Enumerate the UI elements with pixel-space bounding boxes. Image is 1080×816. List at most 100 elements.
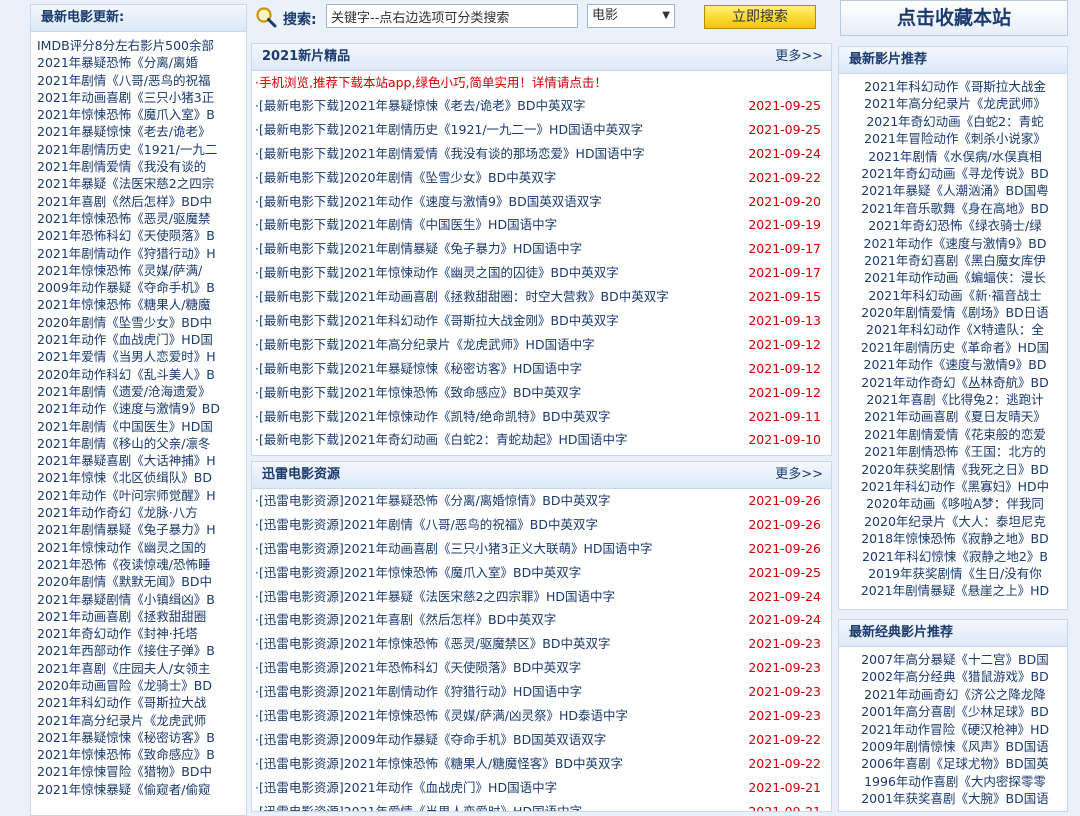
latest-update-link[interactable]: 2021年剧情《中国医生》HD国	[37, 418, 246, 435]
recommended-film-link[interactable]: 2021年奇幻动画《白蛇2：青蛇	[843, 113, 1067, 130]
latest-update-link[interactable]: 2020年剧情《坠雪少女》BD中	[37, 314, 246, 331]
latest-update-link[interactable]: 2021年动作奇幻《龙脉·八方	[37, 504, 246, 521]
film-link[interactable]: ·[迅雷电影资源]2021年暴疑《法医宋慈2之四宗罪》HD国语中字	[255, 589, 615, 604]
film-link[interactable]: ·[最新电影下载]2021年惊悚动作《幽灵之国的囚徒》BD中英双字	[255, 265, 619, 280]
latest-update-link[interactable]: 2021年暴疑恐怖《分离/离婚	[37, 54, 246, 71]
recommended-film-link[interactable]: 2021年动作奇幻《丛林奇航》BD	[843, 374, 1067, 391]
film-link[interactable]: ·[迅雷电影资源]2021年爱情《当男人恋爱时》HD国语中字	[255, 804, 582, 811]
search-category-select[interactable]: 电影 ▼	[587, 4, 675, 28]
classic-film-link[interactable]: 2007年高分暴疑《十二宫》BD国	[843, 651, 1067, 668]
film-link[interactable]: ·[迅雷电影资源]2021年动画喜剧《三只小猪3正义大联萌》HD国语中字	[255, 541, 653, 556]
latest-update-link[interactable]: 2021年惊悚恐怖《灵媒/萨满/	[37, 262, 246, 279]
film-link[interactable]: ·[迅雷电影资源]2021年惊悚恐怖《糖果人/糖魔怪客》BD中英双字	[255, 756, 623, 771]
recommended-film-link[interactable]: 2021年动作《速度与激情9》BD	[843, 235, 1067, 252]
latest-update-link[interactable]: 2021年动作《血战虎门》HD国	[37, 331, 246, 348]
film-link[interactable]: ·[最新电影下载]2021年奇幻动画《白蛇2：青蛇劫起》HD国语中字	[255, 432, 628, 447]
recommended-film-link[interactable]: 2021年奇幻恐怖《绿衣骑士/绿	[843, 217, 1067, 234]
latest-update-link[interactable]: 2021年奇幻动作《封神·托塔	[37, 625, 246, 642]
latest-update-link[interactable]: 2021年惊悚《北区侦缉队》BD	[37, 469, 246, 486]
latest-update-link[interactable]: 2021年剧情历史《1921/一九二	[37, 141, 246, 158]
latest-update-link[interactable]: 2021年剧情动作《狩猎行动》H	[37, 245, 246, 262]
bookmark-site-button[interactable]: 点击收藏本站	[840, 0, 1068, 36]
film-link[interactable]: ·[迅雷电影资源]2021年惊悚恐怖《灵媒/萨满/凶灵祭》HD泰语中字	[255, 708, 628, 723]
recommended-film-link[interactable]: 2020年纪录片《大人：泰坦尼克	[843, 513, 1067, 530]
film-link[interactable]: ·[最新电影下载]2021年惊悚动作《凯特/绝命凯特》BD中英双字	[255, 409, 610, 424]
latest-update-link[interactable]: 2021年剧情暴疑《兔子暴力》H	[37, 521, 246, 538]
recommended-film-link[interactable]: 2021年剧情爱情《花束般的恋爱	[843, 426, 1067, 443]
latest-update-link[interactable]: 2021年喜剧《然后怎样》BD中	[37, 193, 246, 210]
recommended-film-link[interactable]: 2021年冒险动作《刺杀小说家》	[843, 130, 1067, 147]
classic-film-link[interactable]: 2009年剧情惊悚《风声》BD国语	[843, 738, 1067, 755]
latest-update-link[interactable]: 2021年动画喜剧《拯救甜甜圈	[37, 608, 246, 625]
recommended-film-link[interactable]: 2020年剧情爱情《剧场》BD日语	[843, 304, 1067, 321]
film-link[interactable]: ·[最新电影下载]2020年剧情《坠雪少女》BD中英双字	[255, 170, 556, 185]
latest-update-link[interactable]: 2021年动作《叶问宗师觉醒》H	[37, 487, 246, 504]
latest-update-link[interactable]: 2021年恐怖《夜读惊魂/恐怖睡	[37, 556, 246, 573]
recommended-film-link[interactable]: 2018年惊悚恐怖《寂静之地》BD	[843, 530, 1067, 547]
film-link[interactable]: ·[最新电影下载]2021年动作《速度与激情9》BD国英双语双字	[255, 194, 602, 209]
recommended-film-link[interactable]: 2020年获奖剧情《我死之日》BD	[843, 461, 1067, 478]
recommended-film-link[interactable]: 2021年剧情历史《革命者》HD国	[843, 339, 1067, 356]
recommended-film-link[interactable]: 2021年剧情恐怖《王国：北方的	[843, 443, 1067, 460]
film-link[interactable]: ·[迅雷电影资源]2021年喜剧《然后怎样》BD中英双字	[255, 612, 556, 627]
classic-film-link[interactable]: 2002年高分经典《猎鼠游戏》BD	[843, 668, 1067, 685]
latest-update-link[interactable]: 2021年惊悚暴疑《偷窥者/偷窥	[37, 781, 246, 798]
latest-update-link[interactable]: 2021年爱情《当男人恋爱时》H	[37, 348, 246, 365]
latest-update-link[interactable]: 2021年惊悚冒险《猎物》BD中	[37, 763, 246, 780]
recommended-film-link[interactable]: 2021年剧情《水俣病/水俣真相	[843, 148, 1067, 165]
film-link[interactable]: ·[迅雷电影资源]2021年剧情《八哥/恶鸟的祝福》BD中英双字	[255, 517, 598, 532]
recommended-film-link[interactable]: 2021年科幻动作《哥斯拉大战金	[843, 78, 1067, 95]
film-link[interactable]: ·[迅雷电影资源]2021年剧情动作《狩猎行动》HD国语中字	[255, 684, 582, 699]
latest-update-link[interactable]: 2021年恐怖科幻《天使陨落》B	[37, 227, 246, 244]
film-link[interactable]: ·[最新电影下载]2021年惊悚恐怖《致命感应》BD中英双字	[255, 385, 581, 400]
latest-update-link[interactable]: 2021年高分纪录片《龙虎武师	[37, 712, 246, 729]
classic-film-link[interactable]: 2001年高分喜剧《少林足球》BD	[843, 703, 1067, 720]
latest-update-link[interactable]: 2021年科幻动作《哥斯拉大战	[37, 694, 246, 711]
search-button[interactable]: 立即搜索	[704, 5, 816, 29]
film-link[interactable]: ·[最新电影下载]2021年剧情《中国医生》HD国语中字	[255, 217, 557, 232]
latest-update-link[interactable]: 2021年暴疑惊悚《老去/诡老》	[37, 123, 246, 140]
search-input[interactable]	[326, 4, 578, 28]
film-link[interactable]: ·[迅雷电影资源]2021年暴疑恐怖《分离/离婚惊情》BD中英双字	[255, 493, 610, 508]
recommended-film-link[interactable]: 2021年剧情暴疑《悬崖之上》HD	[843, 582, 1067, 599]
recommended-film-link[interactable]: 2021年动画喜剧《夏日友晴天》	[843, 408, 1067, 425]
film-link[interactable]: ·[迅雷电影资源]2021年恐怖科幻《天使陨落》BD中英双字	[255, 660, 581, 675]
classic-film-link[interactable]: 2021年动画奇幻《济公之降龙降	[843, 686, 1067, 703]
film-link[interactable]: ·[最新电影下载]2021年科幻动作《哥斯拉大战金刚》BD中英双字	[255, 313, 619, 328]
film-link[interactable]: ·[迅雷电影资源]2021年惊悚恐怖《恶灵/驱魔禁区》BD中英双字	[255, 636, 610, 651]
recommended-film-link[interactable]: 2021年奇幻动画《寻龙传说》BD	[843, 165, 1067, 182]
latest-update-link[interactable]: 2021年惊悚恐怖《糖果人/糖魔	[37, 296, 246, 313]
film-link[interactable]: ·[最新电影下载]2021年剧情爱情《我没有谈的那场恋爱》HD国语中字	[255, 146, 645, 161]
latest-update-link[interactable]: 2020年剧情《默默无闻》BD中	[37, 573, 246, 590]
recommended-film-link[interactable]: 2021年动作动画《蝙蝠侠：漫长	[843, 269, 1067, 286]
latest-update-link[interactable]: 2021年惊悚恐怖《恶灵/驱魔禁	[37, 210, 246, 227]
recommended-film-link[interactable]: 2021年科幻动作《X特遣队：全	[843, 321, 1067, 338]
film-link[interactable]: ·[迅雷电影资源]2021年惊悚恐怖《魔爪入室》BD中英双字	[255, 565, 581, 580]
film-link[interactable]: ·[迅雷电影资源]2009年动作暴疑《夺命手机》BD国英双语双字	[255, 732, 606, 747]
latest-update-link[interactable]: 2020年动画冒险《龙骑士》BD	[37, 677, 246, 694]
latest-update-link[interactable]: 2021年暴疑惊悚《秘密访客》B	[37, 729, 246, 746]
latest-update-link[interactable]: 2021年喜剧《庄园夫人/女领主	[37, 660, 246, 677]
latest-update-link[interactable]: 2021年动画喜剧《三只小猪3正	[37, 89, 246, 106]
recommended-film-link[interactable]: 2021年喜剧《比得兔2：逃跑计	[843, 391, 1067, 408]
recommended-film-link[interactable]: 2021年科幻惊悚《寂静之地2》B	[843, 548, 1067, 565]
film-link[interactable]: ·[最新电影下载]2021年暴疑惊悚《老去/诡老》BD中英双字	[255, 98, 585, 113]
recommended-film-link[interactable]: 2021年暴疑《人潮汹涌》BD国粤	[843, 182, 1067, 199]
recommended-film-link[interactable]: 2021年高分纪录片《龙虎武师》	[843, 95, 1067, 112]
latest-update-link[interactable]: 2021年动作《速度与激情9》BD	[37, 400, 246, 417]
recommended-film-link[interactable]: 2020年动画《哆啦A梦：伴我同	[843, 495, 1067, 512]
latest-update-link[interactable]: IMDB评分8分左右影片500余部	[37, 37, 246, 54]
film-link[interactable]: ·[迅雷电影资源]2021年动作《血战虎门》HD国语中字	[255, 780, 557, 795]
latest-update-link[interactable]: 2021年剧情爱情《我没有谈的	[37, 158, 246, 175]
classic-film-link[interactable]: 2001年获奖喜剧《大腕》BD国语	[843, 790, 1067, 807]
latest-update-link[interactable]: 2021年暴疑《法医宋慈2之四宗	[37, 175, 246, 192]
recommended-film-link[interactable]: 2021年音乐歌舞《身在高地》BD	[843, 200, 1067, 217]
thunder-films-more-link[interactable]: 更多>>	[775, 462, 823, 488]
latest-update-link[interactable]: 2021年剧情《遗爱/沧海遗爱》	[37, 383, 246, 400]
recommended-film-link[interactable]: 2021年科幻动作《黑寡妇》HD中	[843, 478, 1067, 495]
new-films-more-link[interactable]: 更多>>	[775, 44, 823, 70]
film-link[interactable]: ·[最新电影下载]2021年暴疑惊悚《秘密访客》HD国语中字	[255, 361, 582, 376]
film-link[interactable]: ·[最新电影下载]2021年剧情暴疑《兔子暴力》HD国语中字	[255, 241, 582, 256]
latest-update-link[interactable]: 2021年惊悚恐怖《魔爪入室》B	[37, 106, 246, 123]
latest-update-link[interactable]: 2021年西部动作《接住子弹》B	[37, 642, 246, 659]
